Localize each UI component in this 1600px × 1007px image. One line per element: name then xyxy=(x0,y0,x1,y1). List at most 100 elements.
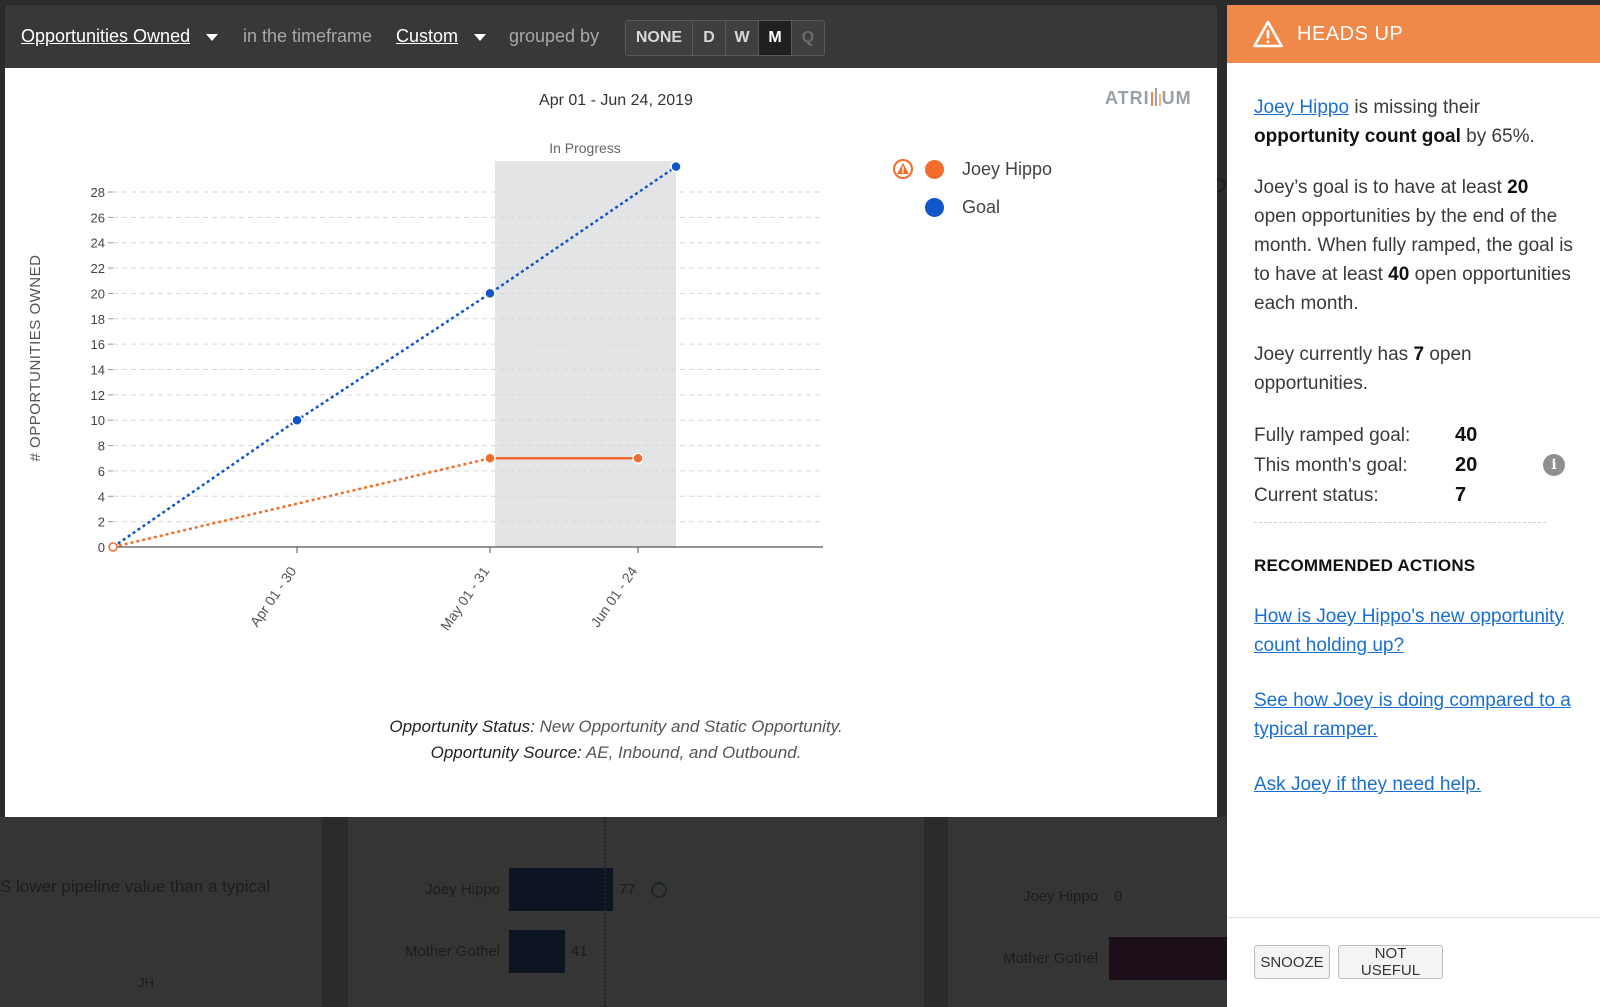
bg-card-middle xyxy=(348,817,924,1007)
bg-goal-line xyxy=(604,817,606,1007)
joey-point xyxy=(632,452,644,464)
stat-value: 7 xyxy=(1455,483,1467,506)
bg-row-name: Mother Gothel xyxy=(1002,950,1098,967)
current-status-text: Joey currently has 7 open opportunities. xyxy=(1254,340,1573,398)
grouping-week-button[interactable]: W xyxy=(726,21,759,55)
grouped-prefix: grouped by xyxy=(509,26,600,46)
y-tick-label: 28 xyxy=(91,185,105,200)
heads-up-title: HEADS UP xyxy=(1297,22,1404,45)
heads-up-panel: HEADS UP Joey Hippo is missing their opp… xyxy=(1227,5,1600,1007)
grouping-none-button[interactable]: NONE xyxy=(626,21,693,55)
explanation-bold: 40 xyxy=(1388,264,1410,285)
caret-down-icon xyxy=(206,34,219,41)
legend-label: Goal xyxy=(962,196,1001,217)
stat-value: 20 xyxy=(1455,453,1478,476)
goal-summary: Joey Hippo is missing their opportunity … xyxy=(1254,93,1573,151)
y-tick-label: 10 xyxy=(91,413,105,428)
action-link-opportunity-count[interactable]: How is Joey Hippo's new opportunity coun… xyxy=(1254,602,1573,660)
chart-filters: Opportunity Status: New Opportunity and … xyxy=(5,714,1227,766)
metric-dropdown[interactable]: Opportunities Owned xyxy=(21,5,219,68)
grouping-day-button[interactable]: D xyxy=(693,21,726,55)
x-tick-label: May 01 - 31 xyxy=(437,563,493,633)
goal-explanation: Joey’s goal is to have at least 20 open … xyxy=(1254,173,1573,318)
timeframe-prefix: in the timeframe xyxy=(243,26,373,46)
heads-up-footer: SNOOZE NOT USEFUL xyxy=(1227,917,1600,979)
not-useful-button[interactable]: NOT USEFUL xyxy=(1338,945,1443,979)
legend-item-joey-hippo[interactable]: Joey Hippo xyxy=(893,150,1052,188)
y-tick-label: 8 xyxy=(98,439,105,454)
bg-row-value: 0 xyxy=(1114,888,1123,905)
metric-dropdown-label: Opportunities Owned xyxy=(21,26,191,46)
grouping-month-button[interactable]: M xyxy=(759,21,792,55)
y-tick-label: 14 xyxy=(91,363,105,378)
x-tick-label: Jun 01 - 24 xyxy=(587,563,640,630)
filter-status-label: Opportunity Status: xyxy=(389,717,535,736)
summary-bold: opportunity count goal xyxy=(1254,126,1461,147)
filter-source-label: Opportunity Source: xyxy=(430,743,582,762)
grouping-quarter-button[interactable]: Q xyxy=(792,21,824,55)
caret-down-icon xyxy=(474,34,487,41)
bg-bar xyxy=(1109,937,1227,980)
info-icon[interactable]: i xyxy=(1543,454,1565,476)
bg-card-left xyxy=(0,817,322,1007)
action-link-ask-joey[interactable]: Ask Joey if they need help. xyxy=(1254,770,1573,799)
stat-label: This month's goal: xyxy=(1254,454,1408,476)
in-progress-label: In Progress xyxy=(549,140,621,156)
snooze-button[interactable]: SNOOZE xyxy=(1254,945,1330,979)
filter-status-value: New Opportunity and Static Opportunity. xyxy=(539,717,843,736)
legend-item-goal[interactable]: Goal xyxy=(893,188,1052,226)
action-link-typical-ramper[interactable]: See how Joey is doing compared to a typi… xyxy=(1254,686,1573,744)
stat-label: Current status: xyxy=(1254,484,1379,506)
explanation-text: Joey’s goal is to have at least xyxy=(1254,177,1502,198)
stat-fully-ramped: Fully ramped goal: 40 xyxy=(1254,420,1573,450)
goal-point xyxy=(670,160,682,173)
filter-status: Opportunity Status: New Opportunity and … xyxy=(5,714,1227,740)
filter-source-value: AE, Inbound, and Outbound. xyxy=(585,743,802,762)
filter-source: Opportunity Source: AE, Inbound, and Out… xyxy=(5,740,1227,766)
legend-dot xyxy=(925,197,944,217)
stat-label: Fully ramped goal: xyxy=(1254,424,1411,446)
goal-stats: Fully ramped goal: 40 This month's goal:… xyxy=(1254,420,1573,510)
bg-bar xyxy=(509,930,565,973)
status-bold: 7 xyxy=(1413,344,1425,365)
bg-row-name: Joey Hippo xyxy=(424,881,500,898)
grouping-segmented-control: NONE D W M Q xyxy=(625,20,825,56)
bg-bar xyxy=(509,868,613,911)
legend-label: Joey Hippo xyxy=(962,158,1053,179)
y-axis-label: # OPPORTUNITIES OWNED xyxy=(27,255,44,462)
chart-toolbar: Opportunities Owned in the timeframe Cus… xyxy=(5,5,1217,68)
y-tick-label: 20 xyxy=(91,286,105,301)
y-tick-label: 24 xyxy=(91,236,105,251)
timeframe-dropdown[interactable]: Custom xyxy=(396,5,487,68)
recommended-actions-title: RECOMMENDED ACTIONS xyxy=(1254,556,1476,575)
joey-hippo-link[interactable]: Joey Hippo xyxy=(1254,97,1349,118)
heads-up-header: HEADS UP xyxy=(1227,5,1600,63)
y-tick-label: 4 xyxy=(98,489,105,504)
legend-dot xyxy=(925,159,944,179)
y-tick-label: 12 xyxy=(91,388,105,403)
bg-row-name: Joey Hippo xyxy=(1022,888,1098,905)
in-progress-band xyxy=(495,161,676,547)
joey-series-line xyxy=(112,457,491,549)
y-tick-label: 0 xyxy=(98,540,105,555)
y-tick-label: 2 xyxy=(98,515,105,530)
heads-up-body: Joey Hippo is missing their opportunity … xyxy=(1227,63,1600,799)
explanation-bold: 20 xyxy=(1507,177,1529,198)
timeframe-dropdown-label: Custom xyxy=(396,26,459,46)
chart-legend: Joey Hippo Goal xyxy=(893,150,1052,226)
y-tick-label: 26 xyxy=(91,210,105,225)
y-tick-label: 18 xyxy=(91,312,105,327)
y-tick-label: 16 xyxy=(91,337,105,352)
warning-icon xyxy=(893,159,913,179)
summary-text: is missing their xyxy=(1354,97,1480,118)
bg-status-icon xyxy=(651,882,667,898)
summary-text: by 65%. xyxy=(1466,126,1535,147)
goal-point xyxy=(291,414,303,426)
bg-row-value: 77 xyxy=(619,881,636,898)
chart-modal: Opportunities Owned in the timeframe Cus… xyxy=(5,5,1217,817)
bg-row-value: 41 xyxy=(571,943,588,960)
stat-this-month: This month's goal: 20 i xyxy=(1254,450,1573,480)
y-tick-label: 6 xyxy=(98,464,105,479)
joey-point xyxy=(484,452,496,464)
bg-mini-legend: JH xyxy=(138,975,154,990)
